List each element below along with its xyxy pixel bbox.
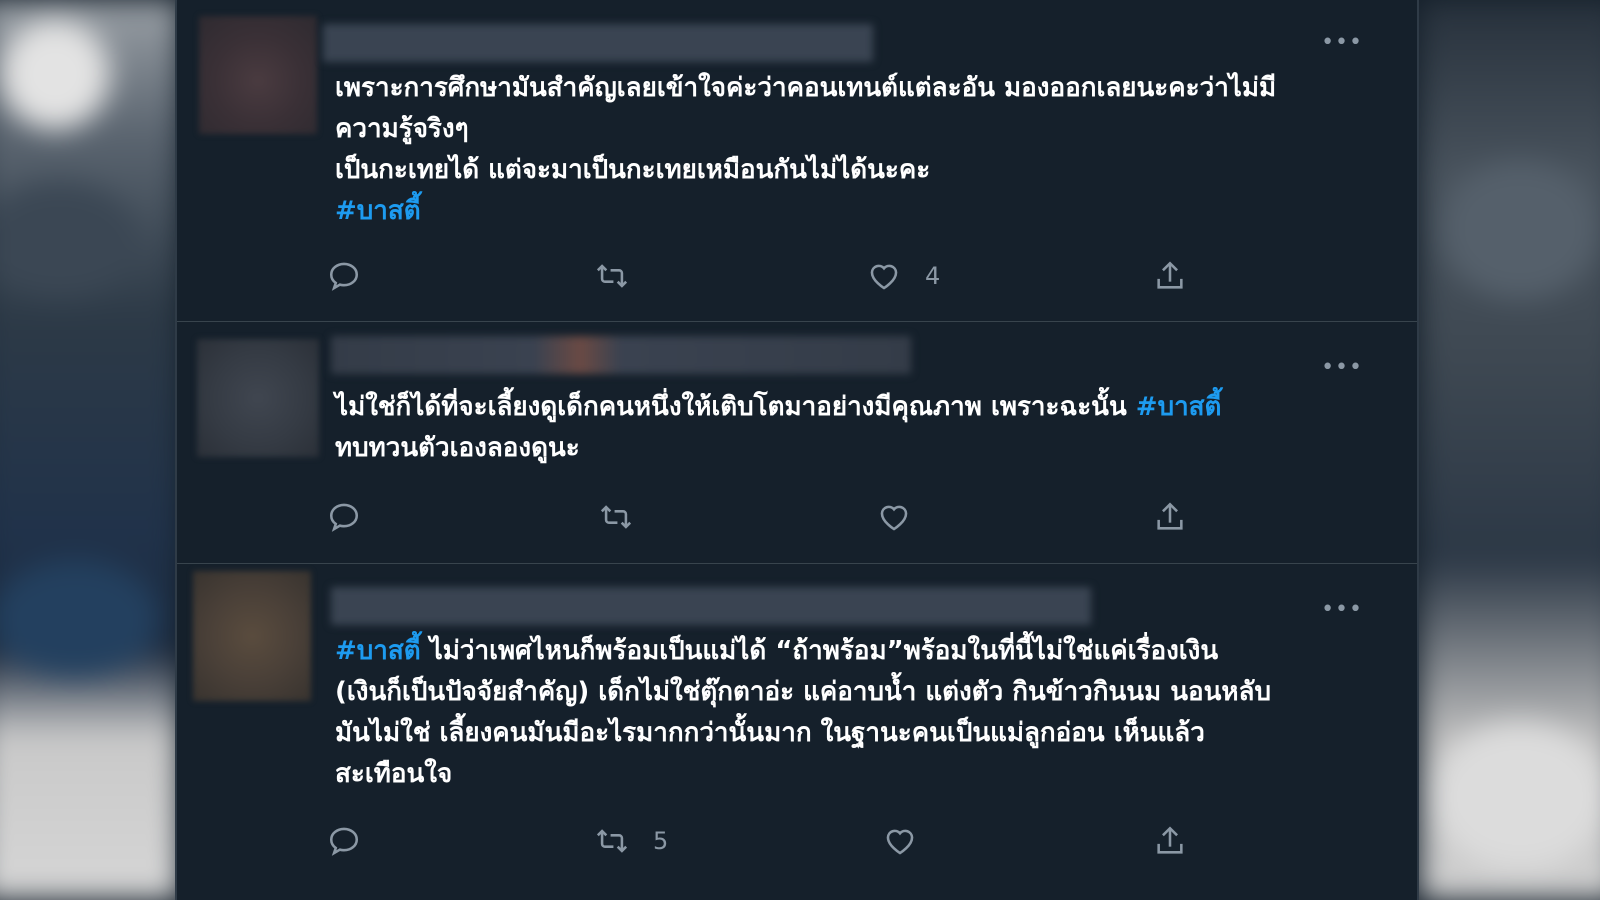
- heart-icon: [870, 264, 898, 290]
- tweet-text-line: (เงินก็เป็นปัจจัยสำคัญ) เด็กไม่ใช่ตุ๊กตา…: [335, 677, 1271, 707]
- tweet-actions: [327, 497, 1227, 537]
- blurred-background-right: [1420, 0, 1600, 900]
- tweet-text-line: เป็นกะเทยได้ แต่จะมาเป็นกะเทยเหมือนกันไม…: [335, 155, 931, 185]
- tweet-text-line: ทบทวนตัวเองลองดูนะ: [335, 433, 580, 463]
- retweet-count: 5: [653, 827, 669, 855]
- like-count: 4: [925, 262, 941, 290]
- tweet-text-line: ไม่ว่าเพศไหนก็พร้อมเป็นแม่ได้ “ถ้าพร้อม”…: [420, 636, 1219, 666]
- tweet-actions: 5: [327, 821, 1227, 861]
- tweet-3[interactable]: ••• #บาสตี้ ไม่ว่าเพศไหนก็พร้อมเป็นแม่ได…: [177, 563, 1417, 900]
- tweet-text: ไม่ใช่ก็ได้ที่จะเลี้ยงดูเด็กคนหนึ่งให้เต…: [335, 387, 1375, 469]
- like-button[interactable]: [883, 821, 917, 861]
- tweet-text: เพราะการศึกษามันสำคัญเลยเข้าใจค่ะว่าคอนเ…: [335, 68, 1375, 232]
- tweet-text-line: ความรู้จริงๆ: [335, 114, 469, 144]
- retweet-button[interactable]: 5: [595, 821, 668, 861]
- hashtag-link[interactable]: #บาสตี้: [335, 636, 421, 666]
- tweet-text-line: สะเทือนใจ: [335, 759, 453, 789]
- tweet-2[interactable]: ••• ไม่ใช่ก็ได้ที่จะเลี้ยงดูเด็กคนหนึ่งใ…: [177, 321, 1417, 564]
- more-icon[interactable]: •••: [1321, 357, 1363, 379]
- username-redacted: [323, 24, 873, 62]
- hashtag-link[interactable]: #บาสตี้: [335, 196, 421, 226]
- reply-button[interactable]: [327, 497, 361, 537]
- hashtag-link[interactable]: #บาสตี้: [1136, 392, 1222, 422]
- reply-button[interactable]: [327, 256, 361, 296]
- tweet-text-line: ไม่ใช่ก็ได้ที่จะเลี้ยงดูเด็กคนหนึ่งให้เต…: [335, 392, 1136, 422]
- reply-button[interactable]: [327, 821, 361, 861]
- blurred-background-left: [0, 0, 180, 900]
- heart-icon: [886, 829, 914, 855]
- tweet-timeline: ••• เพราะการศึกษามันสำคัญเลยเข้าใจค่ะว่า…: [175, 0, 1419, 900]
- tweet-text: #บาสตี้ ไม่ว่าเพศไหนก็พร้อมเป็นแม่ได้ “ถ…: [335, 631, 1375, 795]
- retweet-icon: [596, 264, 628, 288]
- screenshot-stage: ••• เพราะการศึกษามันสำคัญเลยเข้าใจค่ะว่า…: [0, 0, 1600, 900]
- avatar[interactable]: [197, 339, 319, 457]
- retweet-button[interactable]: [595, 256, 629, 296]
- avatar[interactable]: [193, 571, 311, 701]
- reply-icon: [329, 827, 359, 856]
- tweet-actions: 4: [327, 256, 1227, 296]
- like-button[interactable]: 4: [867, 256, 940, 296]
- share-icon: [1157, 502, 1183, 530]
- share-button[interactable]: [1153, 256, 1187, 296]
- retweet-button[interactable]: [599, 497, 633, 537]
- heart-icon: [880, 505, 908, 531]
- tweet-text-line: เพราะการศึกษามันสำคัญเลยเข้าใจค่ะว่าคอนเ…: [335, 73, 1277, 103]
- share-icon: [1157, 261, 1183, 289]
- like-button[interactable]: [877, 497, 911, 537]
- username-redacted: [331, 336, 911, 374]
- more-icon[interactable]: •••: [1321, 599, 1363, 621]
- reply-icon: [329, 262, 359, 291]
- share-button[interactable]: [1153, 497, 1187, 537]
- retweet-icon: [600, 505, 632, 529]
- share-icon: [1157, 826, 1183, 854]
- username-redacted: [331, 587, 1091, 625]
- avatar[interactable]: [199, 16, 317, 134]
- share-button[interactable]: [1153, 821, 1187, 861]
- tweet-text-line: มันไม่ใช่ เลี้ยงคนมันมีอะไรมากกว่านั้นมา…: [335, 718, 1205, 748]
- tweet-1[interactable]: ••• เพราะการศึกษามันสำคัญเลยเข้าใจค่ะว่า…: [177, 0, 1417, 322]
- reply-icon: [329, 503, 359, 532]
- retweet-icon: [596, 829, 628, 853]
- more-icon[interactable]: •••: [1321, 32, 1363, 54]
